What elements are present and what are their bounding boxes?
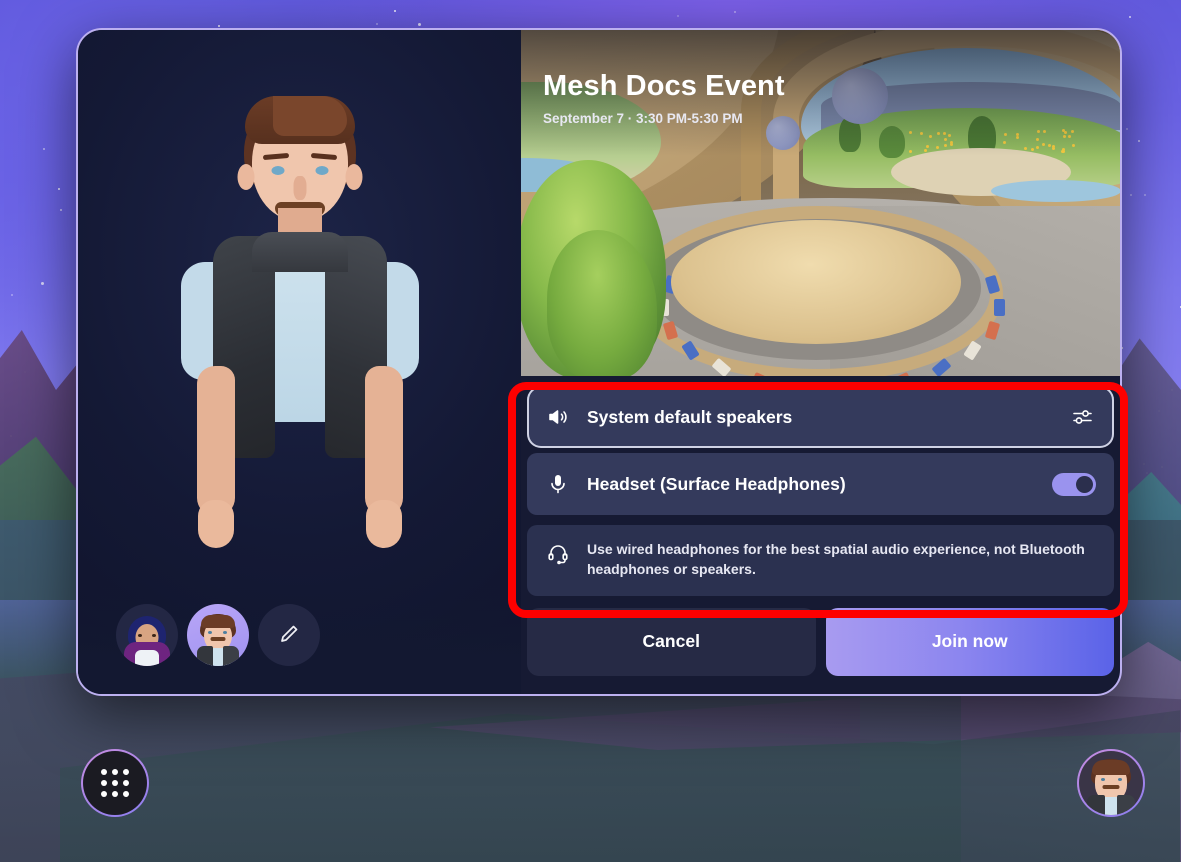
- mesh-prejoin-screen: Mesh Docs Event September 7 · 3:30 PM-5:…: [0, 0, 1181, 862]
- speaker-device-label: System default speakers: [587, 406, 793, 427]
- user-profile-button[interactable]: [1077, 749, 1145, 817]
- microphone-device-row[interactable]: Headset (Surface Headphones): [527, 453, 1114, 515]
- avatar-ear-right: [345, 164, 362, 190]
- event-header: Mesh Docs Event September 7 · 3:30 PM-5:…: [543, 70, 785, 126]
- venue-seat: [662, 320, 678, 340]
- avatar-2-vest-right: [223, 646, 239, 666]
- app-grid-dots: [101, 769, 129, 797]
- spatial-audio-hint-text: Use wired headphones for the best spatia…: [587, 541, 1085, 578]
- profile-fringe: [1092, 760, 1130, 775]
- avatar-1-eye-left: [138, 634, 142, 637]
- avatar-1-shirt: [135, 650, 159, 666]
- avatar-hair-sweep: [272, 96, 347, 136]
- avatar-hand-left: [197, 500, 234, 548]
- profile-vest-left: [1087, 795, 1105, 815]
- avatar-option-1[interactable]: [116, 604, 178, 666]
- spatial-audio-hint: Use wired headphones for the best spatia…: [527, 525, 1114, 596]
- edit-avatar-button[interactable]: [258, 604, 320, 666]
- venue-seat: [994, 299, 1005, 316]
- cancel-button[interactable]: Cancel: [527, 607, 816, 676]
- avatar-option-2[interactable]: [187, 604, 249, 666]
- audio-sliders-icon[interactable]: [1070, 405, 1096, 429]
- avatar-preview-pane: [78, 30, 521, 694]
- avatar-1-eye-right: [152, 634, 156, 637]
- avatar-picker: [116, 604, 320, 666]
- profile-eye-right: [1118, 778, 1122, 781]
- speaker-device-row[interactable]: System default speakers: [527, 386, 1114, 448]
- pencil-icon: [277, 622, 301, 649]
- venue-preview-image: Mesh Docs Event September 7 · 3:30 PM-5:…: [521, 30, 1120, 376]
- microphone-toggle[interactable]: [1052, 472, 1096, 496]
- avatar-arm-right: [364, 366, 403, 516]
- venue-seat: [751, 371, 772, 376]
- avatar-2-moustache: [210, 637, 226, 641]
- user-avatar-icon: [1079, 751, 1143, 815]
- avatar-hand-right: [365, 500, 402, 548]
- microphone-toggle-knob: [1076, 475, 1093, 493]
- avatar-eye-left: [271, 166, 284, 175]
- avatar-ear-left: [237, 164, 254, 190]
- venue-seat: [985, 275, 1001, 295]
- microphone-icon: [545, 472, 571, 496]
- avatar-vest-collar: [251, 232, 348, 272]
- venue-stage: [671, 220, 961, 344]
- audio-settings-block: System default speakers Headset (Surface…: [521, 376, 1120, 596]
- avatar-2-fringe: [201, 615, 235, 628]
- app-grid-icon: [83, 751, 147, 815]
- avatar-nose: [293, 176, 306, 200]
- speaker-icon: [545, 405, 571, 429]
- dialog-actions: Cancel Join now: [521, 596, 1120, 692]
- avatar-arm-left: [196, 366, 235, 516]
- avatar-2-eye-right: [223, 631, 227, 634]
- event-datetime: September 7 · 3:30 PM-5:30 PM: [543, 111, 743, 126]
- profile-moustache: [1102, 785, 1120, 789]
- join-now-button[interactable]: Join now: [825, 607, 1114, 676]
- event-title: Mesh Docs Event: [543, 70, 785, 102]
- profile-vest-right: [1117, 795, 1135, 815]
- app-launcher-button[interactable]: [81, 749, 149, 817]
- event-pane: Mesh Docs Event September 7 · 3:30 PM-5:…: [521, 30, 1120, 694]
- avatar-eye-right: [315, 166, 328, 175]
- avatar-2-vest-left: [197, 646, 213, 666]
- microphone-device-label: Headset (Surface Headphones): [587, 473, 846, 494]
- profile-eye-left: [1101, 778, 1105, 781]
- prejoin-dialog: Mesh Docs Event September 7 · 3:30 PM-5:…: [76, 28, 1122, 696]
- headset-icon: [545, 539, 571, 565]
- avatar-2-eye-left: [208, 631, 212, 634]
